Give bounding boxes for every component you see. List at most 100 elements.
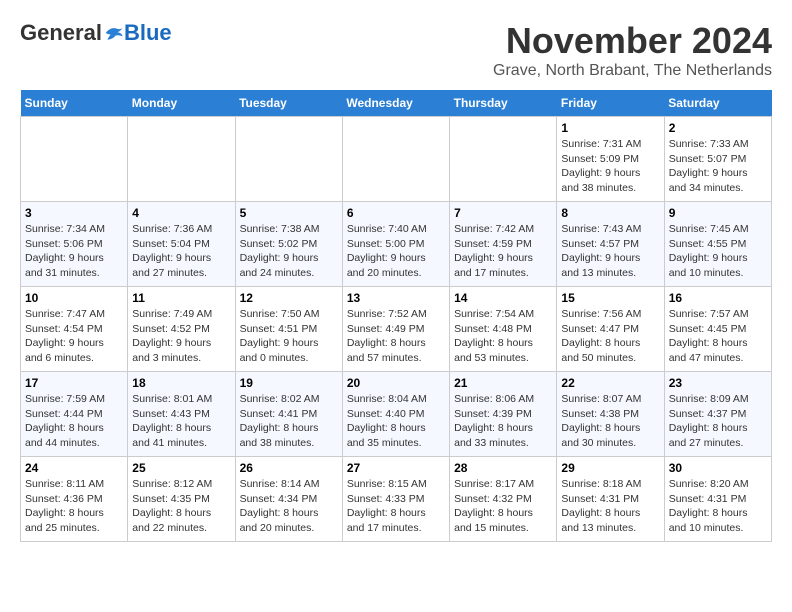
day-info: Sunrise: 8:20 AM Sunset: 4:31 PM Dayligh… [669,477,767,536]
calendar-cell: 7 Sunrise: 7:42 AM Sunset: 4:59 PM Daylig… [450,202,557,287]
day-info: Sunrise: 7:38 AM Sunset: 5:02 PM Dayligh… [240,222,338,281]
day-number: 27 [347,461,445,475]
day-number: 15 [561,291,659,305]
day-info: Sunrise: 7:34 AM Sunset: 5:06 PM Dayligh… [25,222,123,281]
day-number: 4 [132,206,230,220]
logo-bird-icon [104,24,124,42]
calendar-cell: 25Sunrise: 8:12 AM Sunset: 4:35 PM Dayli… [128,457,235,542]
day-info: Sunrise: 8:15 AM Sunset: 4:33 PM Dayligh… [347,477,445,536]
calendar-cell: 10 Sunrise: 7:47 AM Sunset: 4:54 PM Dayli… [21,287,128,372]
calendar-cell: 1Sunrise: 7:31 AM Sunset: 5:09 PM Daylig… [557,117,664,202]
day-number: 16 [669,291,767,305]
calendar-cell: 9 Sunrise: 7:45 AM Sunset: 4:55 PM Daylig… [664,202,771,287]
day-number: 13 [347,291,445,305]
calendar-cell: 22 Sunrise: 8:07 AM Sunset: 4:38 PM Dayli… [557,372,664,457]
day-info: Sunrise: 8:14 AM Sunset: 4:34 PM Dayligh… [240,477,338,536]
calendar-cell [235,117,342,202]
day-info: Sunrise: 7:33 AM Sunset: 5:07 PM Dayligh… [669,137,767,196]
calendar-cell: 4Sunrise: 7:36 AM Sunset: 5:04 PM Daylig… [128,202,235,287]
calendar-cell: 26 Sunrise: 8:14 AM Sunset: 4:34 PM Dayli… [235,457,342,542]
day-number: 6 [347,206,445,220]
day-info: Sunrise: 7:43 AM Sunset: 4:57 PM Dayligh… [561,222,659,281]
day-info: Sunrise: 7:52 AM Sunset: 4:49 PM Dayligh… [347,307,445,366]
page-header: General Blue November 2024 Grave, North … [20,20,772,80]
calendar-cell: 3 Sunrise: 7:34 AM Sunset: 5:06 PM Daylig… [21,202,128,287]
day-info: Sunrise: 8:18 AM Sunset: 4:31 PM Dayligh… [561,477,659,536]
logo-blue: Blue [124,20,172,46]
calendar-cell: 2 Sunrise: 7:33 AM Sunset: 5:07 PM Daylig… [664,117,771,202]
day-number: 22 [561,376,659,390]
day-number: 17 [25,376,123,390]
calendar-cell: 27 Sunrise: 8:15 AM Sunset: 4:33 PM Dayli… [342,457,449,542]
day-number: 9 [669,206,767,220]
day-number: 24 [25,461,123,475]
calendar-cell: 17 Sunrise: 7:59 AM Sunset: 4:44 PM Dayli… [21,372,128,457]
calendar-cell: 29 Sunrise: 8:18 AM Sunset: 4:31 PM Dayli… [557,457,664,542]
day-info: Sunrise: 8:01 AM Sunset: 4:43 PM Dayligh… [132,392,230,451]
logo: General Blue [20,20,172,46]
day-info: Sunrise: 7:31 AM Sunset: 5:09 PM Dayligh… [561,137,659,196]
week-row-4: 17 Sunrise: 7:59 AM Sunset: 4:44 PM Dayli… [21,372,772,457]
calendar-cell: 6 Sunrise: 7:40 AM Sunset: 5:00 PM Daylig… [342,202,449,287]
calendar-cell [128,117,235,202]
header-day-thursday: Thursday [450,90,557,117]
day-number: 8 [561,206,659,220]
day-number: 3 [25,206,123,220]
day-info: Sunrise: 7:42 AM Sunset: 4:59 PM Dayligh… [454,222,552,281]
day-number: 14 [454,291,552,305]
day-info: Sunrise: 7:47 AM Sunset: 4:54 PM Dayligh… [25,307,123,366]
day-info: Sunrise: 7:45 AM Sunset: 4:55 PM Dayligh… [669,222,767,281]
day-info: Sunrise: 7:50 AM Sunset: 4:51 PM Dayligh… [240,307,338,366]
header-day-friday: Friday [557,90,664,117]
calendar-cell [21,117,128,202]
calendar-cell: 5 Sunrise: 7:38 AM Sunset: 5:02 PM Daylig… [235,202,342,287]
day-number: 7 [454,206,552,220]
day-info: Sunrise: 7:40 AM Sunset: 5:00 PM Dayligh… [347,222,445,281]
location: Grave, North Brabant, The Netherlands [493,62,772,80]
day-info: Sunrise: 8:11 AM Sunset: 4:36 PM Dayligh… [25,477,123,536]
day-number: 26 [240,461,338,475]
week-row-1: 1Sunrise: 7:31 AM Sunset: 5:09 PM Daylig… [21,117,772,202]
header-day-wednesday: Wednesday [342,90,449,117]
calendar-cell: 15Sunrise: 7:56 AM Sunset: 4:47 PM Dayli… [557,287,664,372]
day-number: 10 [25,291,123,305]
week-row-3: 10 Sunrise: 7:47 AM Sunset: 4:54 PM Dayli… [21,287,772,372]
day-info: Sunrise: 8:09 AM Sunset: 4:37 PM Dayligh… [669,392,767,451]
calendar-cell: 20 Sunrise: 8:04 AM Sunset: 4:40 PM Dayli… [342,372,449,457]
calendar-cell: 30 Sunrise: 8:20 AM Sunset: 4:31 PM Dayli… [664,457,771,542]
calendar-cell: 23 Sunrise: 8:09 AM Sunset: 4:37 PM Dayli… [664,372,771,457]
day-number: 19 [240,376,338,390]
calendar-cell [450,117,557,202]
day-number: 20 [347,376,445,390]
day-number: 21 [454,376,552,390]
calendar-cell: 11 Sunrise: 7:49 AM Sunset: 4:52 PM Dayli… [128,287,235,372]
logo-general: General [20,20,102,46]
day-info: Sunrise: 7:59 AM Sunset: 4:44 PM Dayligh… [25,392,123,451]
calendar-cell: 24 Sunrise: 8:11 AM Sunset: 4:36 PM Dayli… [21,457,128,542]
day-info: Sunrise: 8:07 AM Sunset: 4:38 PM Dayligh… [561,392,659,451]
day-number: 30 [669,461,767,475]
header-day-sunday: Sunday [21,90,128,117]
title-block: November 2024 Grave, North Brabant, The … [493,20,772,80]
day-number: 5 [240,206,338,220]
day-info: Sunrise: 8:17 AM Sunset: 4:32 PM Dayligh… [454,477,552,536]
calendar-cell: 28 Sunrise: 8:17 AM Sunset: 4:32 PM Dayli… [450,457,557,542]
month-title: November 2024 [493,20,772,62]
calendar-cell: 21Sunrise: 8:06 AM Sunset: 4:39 PM Dayli… [450,372,557,457]
day-info: Sunrise: 7:49 AM Sunset: 4:52 PM Dayligh… [132,307,230,366]
calendar-table: SundayMondayTuesdayWednesdayThursdayFrid… [20,90,772,542]
header-day-tuesday: Tuesday [235,90,342,117]
day-number: 11 [132,291,230,305]
day-number: 28 [454,461,552,475]
day-number: 2 [669,121,767,135]
calendar-cell: 19Sunrise: 8:02 AM Sunset: 4:41 PM Dayli… [235,372,342,457]
calendar-cell: 13 Sunrise: 7:52 AM Sunset: 4:49 PM Dayli… [342,287,449,372]
calendar-cell [342,117,449,202]
calendar-cell: 16Sunrise: 7:57 AM Sunset: 4:45 PM Dayli… [664,287,771,372]
header-day-monday: Monday [128,90,235,117]
calendar-cell: 12Sunrise: 7:50 AM Sunset: 4:51 PM Dayli… [235,287,342,372]
week-row-5: 24 Sunrise: 8:11 AM Sunset: 4:36 PM Dayli… [21,457,772,542]
day-info: Sunrise: 8:04 AM Sunset: 4:40 PM Dayligh… [347,392,445,451]
day-number: 29 [561,461,659,475]
day-number: 23 [669,376,767,390]
